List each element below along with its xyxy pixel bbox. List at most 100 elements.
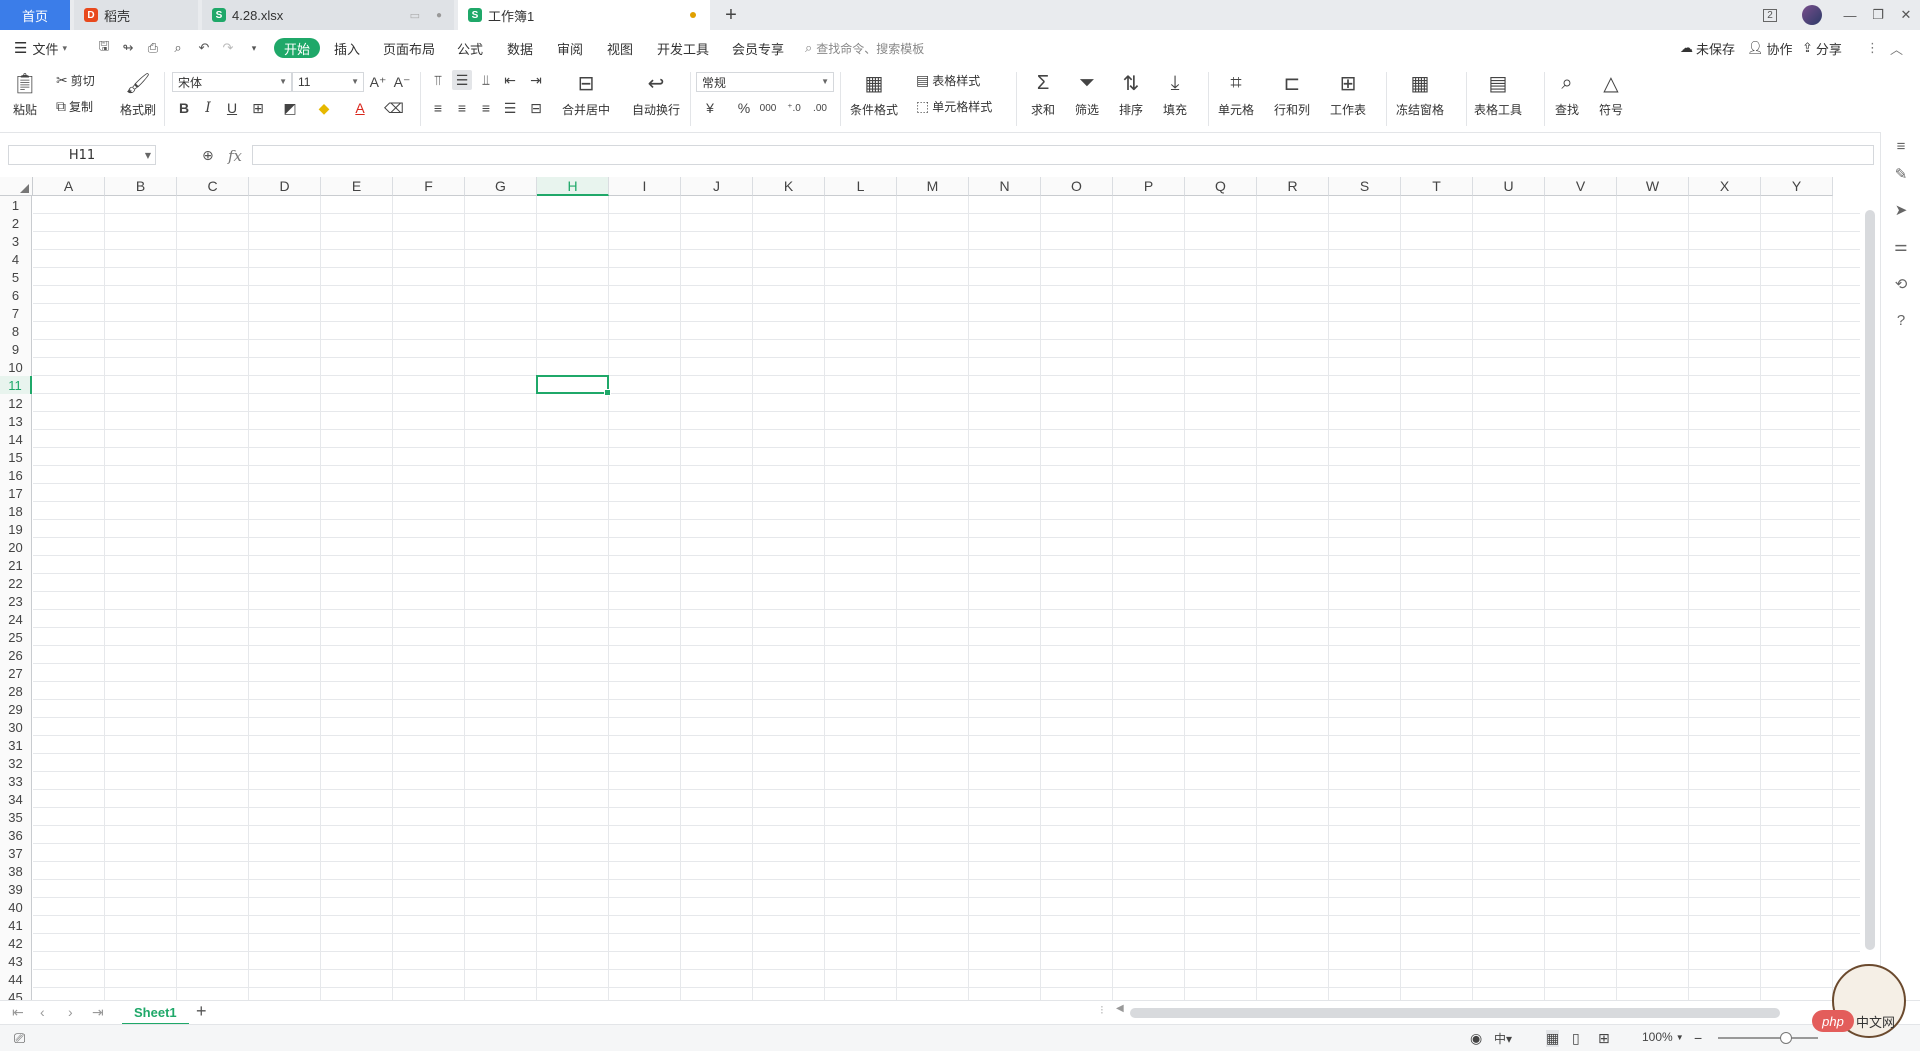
collaborate-button[interactable]: 👤︎ 协作 <box>1747 39 1793 57</box>
row-header-28[interactable]: 28 <box>0 682 32 700</box>
row-header-13[interactable]: 13 <box>0 412 32 430</box>
row-header-26[interactable]: 26 <box>0 646 32 664</box>
row-header-24[interactable]: 24 <box>0 610 32 628</box>
cell-button[interactable]: ⌗ 单元格 <box>1218 70 1254 118</box>
column-header-j[interactable]: J <box>681 177 753 196</box>
undo-icon[interactable]: ↶ <box>196 40 212 56</box>
row-header-42[interactable]: 42 <box>0 934 32 952</box>
indent-icon[interactable]: ⇥ <box>526 70 546 90</box>
font-name-select[interactable]: 宋体 ▼ <box>172 72 292 92</box>
eye-protection-icon[interactable]: ◉ <box>1470 1030 1482 1047</box>
minimize-icon[interactable]: — <box>1836 0 1864 30</box>
window-count-badge[interactable]: 2 <box>1756 0 1784 30</box>
row-header-11[interactable]: 11 <box>0 376 32 394</box>
share-button[interactable]: ⇪ 分享 <box>1802 39 1842 57</box>
fill-color-icon[interactable]: ◆ <box>314 98 334 118</box>
row-header-27[interactable]: 27 <box>0 664 32 682</box>
font-size-select[interactable]: 11 ▼ <box>292 72 364 92</box>
fill-button[interactable]: ⤓ 填充 <box>1162 70 1188 118</box>
more-icon[interactable]: ⋮ <box>1866 39 1879 57</box>
row-header-22[interactable]: 22 <box>0 574 32 592</box>
spreadsheet-grid[interactable]: ABCDEFGHIJKLMNOPQRSTUVWXY 1 2 3 4 5 6 7 8 9 10 11 1… <box>0 177 1860 1000</box>
first-sheet-icon[interactable]: ⇤ <box>12 1004 24 1021</box>
row-header-33[interactable]: 33 <box>0 772 32 790</box>
column-header-o[interactable]: O <box>1041 177 1113 196</box>
column-header-b[interactable]: B <box>105 177 177 196</box>
close-window-icon[interactable]: ✕ <box>1892 0 1920 30</box>
help-icon[interactable]: ? <box>1891 310 1911 330</box>
decrease-font-icon[interactable]: A⁻ <box>392 72 412 92</box>
row-header-44[interactable]: 44 <box>0 970 32 988</box>
row-header-36[interactable]: 36 <box>0 826 32 844</box>
row-header-41[interactable]: 41 <box>0 916 32 934</box>
tab-workbook[interactable]: S 工作簿1 <box>458 0 710 30</box>
paste-button[interactable]: 📋︎ 粘贴 <box>12 70 38 118</box>
cell-style-button[interactable]: ⬚ 单元格样式 <box>916 98 992 115</box>
vertical-scrollbar[interactable] <box>1862 180 1878 960</box>
redo-icon[interactable]: ↷ <box>220 40 236 56</box>
align-top-icon[interactable]: ⫪ <box>428 70 448 90</box>
cell-fill-style-icon[interactable]: ◩ <box>280 98 300 118</box>
close-tab-icon[interactable]: ● <box>436 10 442 21</box>
row-header-30[interactable]: 30 <box>0 718 32 736</box>
page-break-view-icon[interactable]: ⊞ <box>1598 1030 1610 1047</box>
outdent-icon[interactable]: ⇤ <box>500 70 520 90</box>
row-header-16[interactable]: 16 <box>0 466 32 484</box>
column-header-g[interactable]: G <box>465 177 537 196</box>
column-header-t[interactable]: T <box>1401 177 1473 196</box>
zoom-formula-icon[interactable]: ⊕ <box>202 147 214 164</box>
distributed-align-icon[interactable]: ⊟ <box>526 98 546 118</box>
percent-format-button[interactable]: % <box>734 98 754 118</box>
row-header-31[interactable]: 31 <box>0 736 32 754</box>
column-header-w[interactable]: W <box>1617 177 1689 196</box>
normal-view-icon[interactable]: ▦ <box>1546 1030 1560 1047</box>
column-header-c[interactable]: C <box>177 177 249 196</box>
row-header-19[interactable]: 19 <box>0 520 32 538</box>
zoom-slider-handle[interactable] <box>1780 1032 1792 1044</box>
column-header-f[interactable]: F <box>393 177 465 196</box>
wrap-text-button[interactable]: ↩ 自动换行 <box>632 70 680 118</box>
last-sheet-icon[interactable]: ⇥ <box>92 1004 104 1021</box>
menu-data[interactable]: 数据 <box>507 39 533 57</box>
sum-button[interactable]: Σ 求和 <box>1030 70 1056 118</box>
column-header-m[interactable]: M <box>897 177 969 196</box>
increase-font-icon[interactable]: A⁺ <box>368 72 388 92</box>
decrease-decimal-icon[interactable]: .00 <box>810 98 830 118</box>
align-middle-icon[interactable]: ☰ <box>452 70 472 90</box>
row-header-39[interactable]: 39 <box>0 880 32 898</box>
row-header-45[interactable]: 45 <box>0 988 32 1000</box>
print-preview-icon[interactable]: ⌕ <box>170 40 186 56</box>
column-header-s[interactable]: S <box>1329 177 1401 196</box>
align-left-icon[interactable]: ≡ <box>428 98 448 118</box>
row-header-43[interactable]: 43 <box>0 952 32 970</box>
backup-icon[interactable]: ⟲ <box>1891 274 1911 294</box>
menu-insert[interactable]: 插入 <box>334 39 360 57</box>
row-header-15[interactable]: 15 <box>0 448 32 466</box>
scroll-thumb[interactable] <box>1865 210 1875 950</box>
add-sheet-button[interactable]: + <box>196 1001 207 1022</box>
restore-icon[interactable]: ❐ <box>1864 0 1892 30</box>
table-style-button[interactable]: ▤ 表格样式 <box>916 72 980 89</box>
row-header-37[interactable]: 37 <box>0 844 32 862</box>
row-header-4[interactable]: 4 <box>0 250 32 268</box>
row-header-34[interactable]: 34 <box>0 790 32 808</box>
number-format-select[interactable]: 常规 ▼ <box>696 72 834 92</box>
row-header-23[interactable]: 23 <box>0 592 32 610</box>
italic-icon[interactable]: I <box>198 98 218 118</box>
avatar[interactable] <box>1798 0 1826 30</box>
align-right-icon[interactable]: ≡ <box>476 98 496 118</box>
bold-icon[interactable]: B <box>174 98 194 118</box>
currency-format-button[interactable]: ¥ <box>700 98 720 118</box>
border-icon[interactable]: ⊞ <box>248 98 268 118</box>
scroll-handle-icon[interactable]: ⁝ <box>1100 1003 1104 1017</box>
menu-page-layout[interactable]: 页面布局 <box>383 39 435 57</box>
unsaved-status[interactable]: ☁ 未保存 <box>1680 39 1735 57</box>
column-header-d[interactable]: D <box>249 177 321 196</box>
name-box[interactable]: H11 ▼ <box>8 145 156 165</box>
row-header-18[interactable]: 18 <box>0 502 32 520</box>
tab-daoke[interactable]: D 稻壳 <box>74 0 198 30</box>
row-header-2[interactable]: 2 <box>0 214 32 232</box>
row-header-17[interactable]: 17 <box>0 484 32 502</box>
save-icon[interactable]: 🖫 <box>96 38 112 56</box>
function-icon[interactable]: fx <box>228 147 242 165</box>
